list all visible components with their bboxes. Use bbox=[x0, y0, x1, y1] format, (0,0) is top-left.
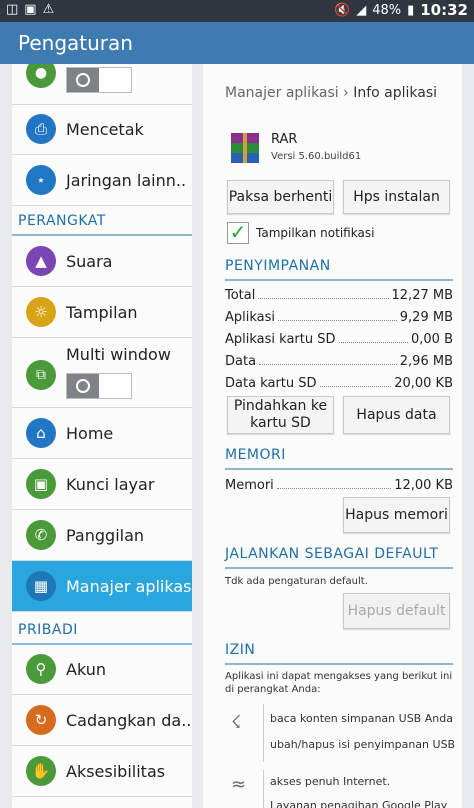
sidebar-item-label: Kunci layar bbox=[66, 474, 155, 494]
breadcrumb-current: Info aplikasi bbox=[353, 85, 438, 101]
permission-item: baca konten simpanan USB Anda bbox=[270, 712, 453, 725]
uninstall-button[interactable]: Hps instalan bbox=[343, 180, 450, 214]
permissions-header: IZIN bbox=[225, 642, 453, 665]
clear-data-button[interactable]: Hapus data bbox=[343, 396, 450, 434]
sidebar-item-label: Home bbox=[66, 423, 114, 443]
list-item-partial[interactable]: ● bbox=[12, 64, 192, 105]
breadcrumb: Manajer aplikasi › Info aplikasi bbox=[225, 85, 453, 101]
app-name: RAR bbox=[271, 132, 298, 147]
notifications-checkbox[interactable]: ✓ bbox=[227, 222, 249, 244]
category-device: PERANGKAT bbox=[12, 206, 192, 236]
battery-icon: ▮ bbox=[407, 2, 415, 18]
defaults-text: Tdk ada pengaturan default. bbox=[225, 576, 368, 587]
memory-row: Memori 12,00 KB bbox=[225, 478, 453, 493]
breadcrumb-parent[interactable]: Manajer aplikasi bbox=[225, 85, 339, 101]
multi-window-toggle[interactable] bbox=[66, 373, 132, 399]
permission-item: Layanan penagihan Google Play bbox=[270, 799, 448, 808]
divider bbox=[263, 704, 264, 762]
speaker-icon: ▲ bbox=[26, 246, 56, 276]
warning-icon: ⚠ bbox=[42, 2, 55, 17]
action-bar: Pengaturan bbox=[0, 22, 474, 64]
sidebar-item-accounts[interactable]: ⚲ Akun bbox=[12, 644, 192, 695]
sidebar-item-multi-window[interactable]: ⧉ Multi window bbox=[12, 338, 192, 408]
sidebar-item-label: Mencetak bbox=[66, 119, 144, 139]
category-personal: PRIBADI bbox=[12, 615, 192, 645]
sidebar-item-display[interactable]: ☼ Tampilan bbox=[12, 287, 192, 338]
key-icon: ⚲ bbox=[26, 654, 56, 684]
clear-defaults-button: Hapus default bbox=[343, 593, 450, 629]
toggle-switch-off[interactable] bbox=[66, 67, 132, 93]
wifi-icon: ≈ bbox=[231, 774, 247, 795]
hand-icon: ✋ bbox=[26, 756, 56, 786]
sidebar-item-print[interactable]: ⎙ Mencetak bbox=[12, 104, 192, 155]
storage-row: Total 12,27 MB bbox=[225, 288, 453, 303]
sidebar-item-label: Tampilan bbox=[66, 302, 138, 322]
sidebar-item-sound[interactable]: ▲ Suara bbox=[12, 236, 192, 287]
sidebar-item-lock-screen[interactable]: ▣ Kunci layar bbox=[12, 459, 192, 510]
notifications-label: Tampilkan notifikasi bbox=[256, 226, 375, 240]
phone-icon: ✆ bbox=[26, 520, 56, 550]
permission-item: ubah/hapus isi penyimpanan USB bbox=[270, 738, 456, 751]
sidebar-item-label: Aksesibilitas bbox=[66, 761, 166, 781]
sidebar-item-call[interactable]: ✆ Panggilan bbox=[12, 510, 192, 561]
backup-icon: ↻ bbox=[26, 705, 56, 735]
clear-memory-button[interactable]: Hapus memori bbox=[343, 497, 450, 533]
status-bar: ◫ ▣ ⚠ 🔇 ◢ 48% ▮ 10:32 bbox=[0, 0, 474, 22]
app-version: Versi 5.60.build61 bbox=[271, 151, 362, 162]
permissions-intro: Aplikasi ini dapat mengakses yang beriku… bbox=[225, 671, 453, 695]
storage-row: Aplikasi kartu SD 0,00 B bbox=[225, 332, 453, 347]
sidebar-item-label: Suara bbox=[66, 251, 113, 271]
rar-app-icon bbox=[231, 133, 259, 163]
notification-icon: ◫ bbox=[6, 2, 19, 17]
defaults-header: JALANKAN SEBAGAI DEFAULT bbox=[225, 546, 453, 569]
usb-icon: ☇ bbox=[231, 712, 242, 733]
settings-list[interactable]: ● ⎙ Mencetak ⋆ Jaringan lainn.. PERANGKA… bbox=[12, 64, 192, 808]
sidebar-item-backup[interactable]: ↻ Cadangkan da.. bbox=[12, 695, 192, 746]
display-icon: ☼ bbox=[26, 297, 56, 327]
multi-window-icon: ⧉ bbox=[26, 360, 56, 390]
printer-icon: ⎙ bbox=[26, 114, 56, 144]
force-stop-button[interactable]: Paksa berhenti bbox=[227, 180, 334, 214]
network-icon: ⋆ bbox=[26, 165, 56, 195]
sidebar-item-accessibility[interactable]: ✋ Aksesibilitas bbox=[12, 746, 192, 797]
sidebar-item-label: Manajer aplikasi bbox=[66, 576, 192, 596]
sidebar-item-home[interactable]: ⌂ Home bbox=[12, 408, 192, 459]
sidebar-item-label: Akun bbox=[66, 659, 106, 679]
storage-header: PENYIMPANAN bbox=[225, 258, 453, 281]
breadcrumb-separator-icon: › bbox=[343, 85, 354, 101]
storage-row: Aplikasi 9,29 MB bbox=[225, 310, 453, 325]
grid-icon: ▦ bbox=[26, 571, 56, 601]
sidebar-item-label: Panggilan bbox=[66, 525, 145, 545]
battery-percent: 48% bbox=[372, 2, 402, 18]
move-to-sd-button[interactable]: Pindahkan ke kartu SD bbox=[227, 396, 334, 434]
permission-item: akses penuh Internet. bbox=[270, 775, 391, 788]
sidebar-item-more-networks[interactable]: ⋆ Jaringan lainn.. bbox=[12, 155, 192, 206]
signal-icon: ◢ bbox=[356, 2, 367, 18]
sidebar-item-application-manager[interactable]: ▦ Manajer aplikasi bbox=[12, 561, 192, 612]
app-info-pane[interactable]: Manajer aplikasi › Info aplikasi RAR Ver… bbox=[203, 64, 462, 808]
sidebar-item-label: Cadangkan da.. bbox=[66, 710, 192, 730]
memory-header: MEMORI bbox=[225, 447, 453, 470]
page-title: Pengaturan bbox=[18, 31, 133, 55]
location-icon: ● bbox=[26, 64, 56, 88]
sidebar-item-label: Multi window bbox=[66, 345, 171, 364]
image-icon: ▣ bbox=[24, 2, 37, 17]
divider bbox=[263, 770, 264, 808]
clock: 10:32 bbox=[420, 1, 468, 19]
home-icon: ⌂ bbox=[26, 418, 56, 448]
lock-screen-icon: ▣ bbox=[26, 469, 56, 499]
sidebar-item-label: Jaringan lainn.. bbox=[66, 170, 187, 190]
mute-icon: 🔇 bbox=[334, 2, 351, 18]
storage-row: Data kartu SD 20,00 KB bbox=[225, 376, 453, 391]
storage-row: Data 2,96 MB bbox=[225, 354, 453, 369]
